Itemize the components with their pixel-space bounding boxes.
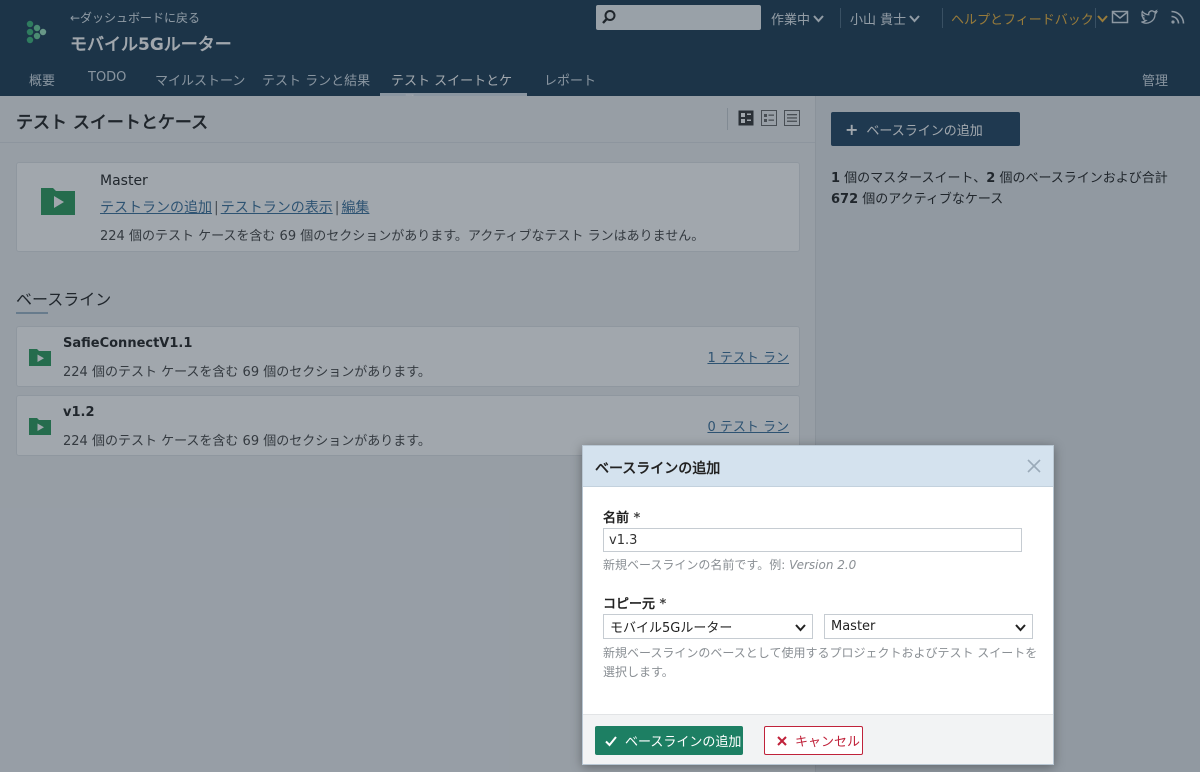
dialog-title: ベースラインの追加 — [595, 461, 721, 477]
confirm-add-baseline-button[interactable]: ベースラインの追加 — [595, 726, 743, 755]
chevron-down-icon — [1015, 624, 1026, 632]
dialog-header: ベースラインの追加 — [583, 446, 1053, 487]
copy-from-label-text: コピー元 — [603, 597, 656, 612]
name-hint-example: Version 2.0 — [789, 558, 857, 572]
chevron-down-icon — [795, 624, 806, 632]
required-mark: * — [659, 597, 667, 612]
close-icon[interactable] — [1027, 459, 1041, 473]
copy-from-label: コピー元 * — [603, 593, 666, 612]
cancel-button[interactable]: キャンセル — [764, 726, 863, 755]
copy-from-hint: 新規ベースラインのベースとして使用するプロジェクトおよびテスト スイートを選択し… — [603, 646, 1038, 679]
confirm-button-label: ベースラインの追加 — [625, 735, 742, 750]
checkmark-icon — [605, 735, 617, 746]
dialog-footer: ベースラインの追加 キャンセル — [583, 714, 1053, 764]
close-icon — [777, 735, 787, 746]
baseline-name-input[interactable] — [603, 528, 1022, 552]
required-mark: * — [633, 511, 641, 526]
name-hint-text: 新規ベースラインの名前です。例: — [603, 558, 790, 572]
name-label: 名前 * — [603, 507, 640, 526]
suite-select-value: Master — [831, 619, 876, 634]
suite-select[interactable]: Master — [824, 614, 1033, 639]
name-label-text: 名前 — [603, 511, 630, 526]
add-baseline-dialog: ベースラインの追加 名前 * 新規ベースラインの名前です。例: Version … — [582, 445, 1054, 765]
project-select-value: モバイル5Gルーター — [610, 621, 733, 636]
project-select[interactable]: モバイル5Gルーター — [603, 614, 813, 639]
cancel-button-label: キャンセル — [795, 735, 861, 750]
name-hint: 新規ベースラインの名前です。例: Version 2.0 — [603, 556, 856, 575]
